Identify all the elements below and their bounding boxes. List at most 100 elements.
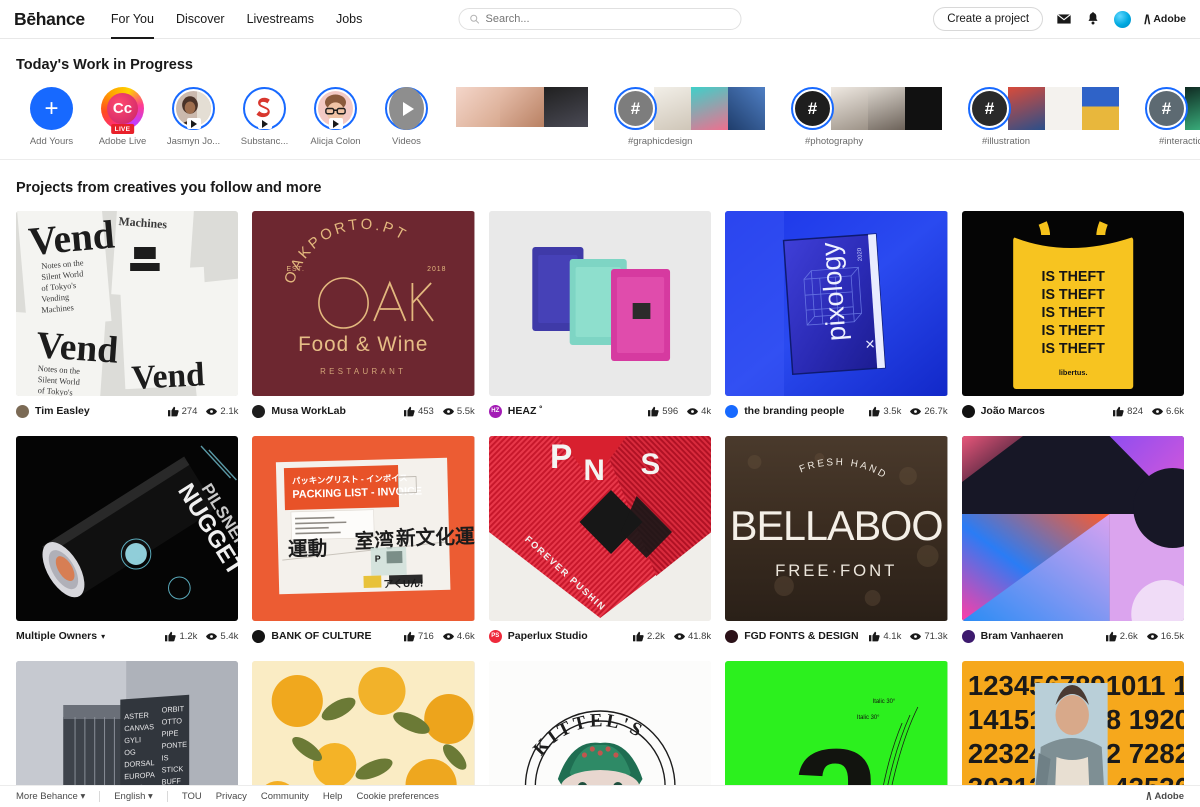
project-card[interactable]: パッキングリスト - インボイス PACKING LIST - INVOICE … — [252, 436, 475, 647]
owner-name[interactable]: Multiple Owners — [16, 630, 97, 642]
story-ring — [243, 87, 286, 130]
views-stat: 26.7k — [910, 406, 948, 417]
language-label: English — [114, 791, 146, 802]
owner-avatar[interactable] — [725, 404, 739, 418]
project-card[interactable]: Bram Vanhaeren 2.6k 16.5k — [961, 436, 1184, 647]
language-dropdown[interactable]: English ▾ — [114, 791, 153, 802]
nav-item-livestreams[interactable]: Livestreams — [247, 0, 314, 39]
owner-avatar[interactable]: PS — [488, 629, 502, 643]
eye-icon — [206, 632, 218, 640]
project-cover[interactable]: P N S FOREVER PUSHIN — [488, 436, 712, 621]
project-card[interactable]: Vend Vend Vend Notes on the Silent World… — [16, 211, 239, 422]
owner-name[interactable]: BANK OF CULTURE — [271, 630, 371, 642]
hashtag-interaction[interactable]: # #interaction — [1145, 87, 1200, 147]
project-cover[interactable]: IS THEFT IS THEFT IS THEFT IS THEFT IS T… — [961, 211, 1184, 396]
likes-count: 824 — [1127, 405, 1144, 417]
project-cover[interactable]: NUGGET PILSNER — [16, 436, 239, 621]
search-box[interactable] — [458, 8, 742, 30]
project-card[interactable]: pixology 2020 ✕ the branding people 3.5k — [725, 211, 948, 422]
mail-icon[interactable] — [1056, 11, 1072, 27]
project-cover[interactable] — [961, 436, 1184, 621]
owner-name[interactable]: Musa WorkLab — [271, 405, 345, 417]
story-jasmyn-jo[interactable]: Jasmyn Jo... — [158, 87, 229, 147]
likes-stat: 824 — [1113, 406, 1143, 417]
create-a-project-button[interactable]: Create a project — [933, 7, 1044, 31]
user-avatar[interactable] — [1114, 10, 1132, 28]
footer-link-help[interactable]: Help — [323, 791, 343, 802]
owner-avatar[interactable] — [725, 629, 739, 643]
thumbs-up-icon — [403, 406, 415, 416]
story-ring — [172, 87, 215, 130]
preview-strip[interactable] — [456, 87, 588, 133]
story-videos[interactable]: Videos — [371, 87, 442, 147]
project-cover[interactable]: FRESH HANDMADE BELLABOO FREE·FONT — [725, 436, 948, 621]
project-card[interactable]: HZ HEAZ ˚ 596 4k — [488, 211, 712, 422]
search-input[interactable] — [485, 13, 731, 25]
footer-adobe-logo[interactable]: /\ Adobe — [1146, 791, 1184, 803]
svg-text:ORBIT: ORBIT — [162, 704, 185, 715]
search-icon — [470, 14, 480, 24]
owner-avatar[interactable] — [961, 629, 975, 643]
owner-avatar[interactable] — [252, 404, 266, 418]
owner-name[interactable]: HEAZ ˚ — [508, 405, 543, 417]
owner-name[interactable]: the branding people — [744, 405, 844, 417]
footer-link-cookie-preferences[interactable]: Cookie preferences — [356, 791, 438, 802]
owner-avatar[interactable] — [252, 629, 266, 643]
project-cover[interactable]: パッキングリスト - インボイス PACKING LIST - INVOICE … — [252, 436, 475, 621]
owner-avatar[interactable]: HZ — [488, 404, 502, 418]
story-alicja-colon[interactable]: Alicja Colon — [300, 87, 371, 147]
svg-text:Italic 30°: Italic 30° — [873, 699, 896, 705]
likes-count: 3.5k — [883, 405, 902, 417]
owner-name[interactable]: João Marcos — [981, 405, 1045, 417]
projects-section-title: Projects from creatives you follow and m… — [16, 180, 322, 196]
views-count: 2.1k — [220, 405, 239, 417]
footer-link-community[interactable]: Community — [261, 791, 309, 802]
views-count: 41.8k — [687, 630, 712, 642]
adobe-mark-glyph: /\ — [1144, 11, 1150, 27]
project-card[interactable]: P N S FOREVER PUSHIN PS Paperlux Studio … — [488, 436, 712, 647]
chevron-down-icon[interactable]: ▾ — [101, 632, 105, 641]
hashtag-photography[interactable]: # #photography — [791, 87, 942, 147]
project-card[interactable]: NUGGET PILSNER Multiple Owners ▾ 1.2k 5.… — [16, 436, 239, 647]
project-meta: the branding people 3.5k 26.7k — [725, 400, 948, 422]
story-substance[interactable]: Substanc... — [229, 87, 300, 147]
nav-item-discover[interactable]: Discover — [176, 0, 225, 39]
svg-text:P: P — [375, 553, 381, 563]
wip-section-title: Today's Work in Progress — [16, 57, 193, 73]
owner-name[interactable]: FGD FONTS & DESIGN — [744, 630, 858, 642]
project-meta: Musa WorkLab 453 5.5k — [252, 400, 475, 422]
svg-text:ASTER: ASTER — [124, 710, 149, 721]
project-cover[interactable]: OAKPORTO.PT EST. 2018 Food & Wine RESTAU… — [252, 211, 475, 396]
owner-name[interactable]: Bram Vanhaeren — [981, 630, 1064, 642]
owner-name[interactable]: Tim Easley — [35, 405, 90, 417]
hash-icon: # — [795, 91, 830, 126]
svg-text:RESTAURANT: RESTAURANT — [321, 367, 407, 376]
story-add-yours[interactable]: + Add Yours — [16, 87, 87, 147]
owner-name[interactable]: Paperlux Studio — [508, 630, 588, 642]
views-stat: 41.8k — [673, 630, 712, 642]
project-card[interactable]: OAKPORTO.PT EST. 2018 Food & Wine RESTAU… — [252, 211, 475, 422]
footer-link-tou[interactable]: TOU — [182, 791, 202, 802]
thumbs-up-icon — [869, 631, 881, 641]
project-card[interactable]: IS THEFT IS THEFT IS THEFT IS THEFT IS T… — [961, 211, 1184, 422]
project-cover[interactable]: pixology 2020 ✕ — [725, 211, 948, 396]
adobe-label: Adobe — [1154, 791, 1184, 802]
project-card[interactable]: FRESH HANDMADE BELLABOO FREE·FONT FGD FO… — [725, 436, 948, 647]
svg-text:OG: OG — [124, 747, 136, 757]
hashtag-graphicdesign[interactable]: # #graphicdesign — [614, 87, 765, 147]
story-label: Videos — [392, 136, 421, 147]
nav-item-for-you[interactable]: For You — [110, 0, 155, 39]
more-behance-dropdown[interactable]: More Behance ▾ — [16, 791, 85, 802]
project-cover[interactable]: Vend Vend Vend Notes on the Silent World… — [16, 211, 239, 396]
svg-text:N: N — [583, 454, 604, 487]
owner-avatar[interactable] — [16, 404, 29, 418]
project-cover[interactable] — [488, 211, 712, 396]
footer-link-privacy[interactable]: Privacy — [216, 791, 247, 802]
nav-item-jobs[interactable]: Jobs — [336, 0, 362, 39]
hashtag-illustration[interactable]: # #illustration — [968, 87, 1119, 147]
adobe-logo[interactable]: /\ Adobe — [1144, 12, 1186, 27]
behance-logo[interactable]: Bēhance — [14, 9, 85, 30]
bell-icon[interactable] — [1085, 11, 1101, 27]
story-adobe-live[interactable]: Cc LIVE Adobe Live — [87, 87, 158, 147]
owner-avatar[interactable] — [961, 404, 975, 418]
